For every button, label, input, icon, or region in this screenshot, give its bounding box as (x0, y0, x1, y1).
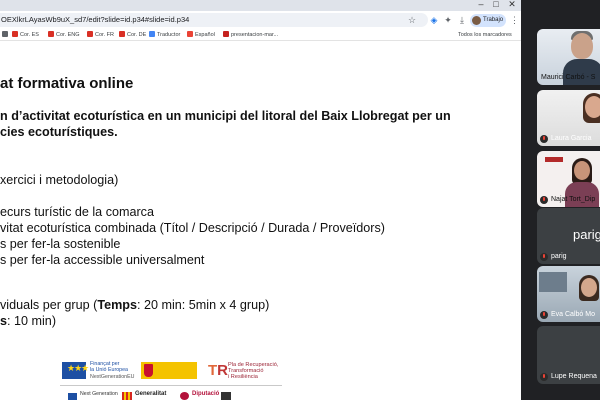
mic-muted-icon (540, 135, 548, 143)
bookmark-favicon-icon (87, 31, 93, 37)
next-generation-text: Next Generation (80, 391, 118, 397)
eu-funding-text: Finançat per la Unió Europea NextGenerat… (90, 361, 135, 380)
generalitat-logo (122, 392, 132, 400)
bookmark-favicon-icon (119, 31, 125, 37)
tab-strip: – □ ✕ (0, 0, 521, 11)
bookmark-item[interactable]: Cor. FR (87, 30, 114, 40)
slide-heading-line-1: n d’activitat ecoturística en un municip… (0, 109, 451, 123)
kebab-menu-icon[interactable]: ⋮ (510, 14, 519, 26)
participant-name: Najat Tort_Dip (551, 196, 596, 203)
participant-placeholder-name: parig (573, 227, 600, 242)
slide-text-line: s per fer-la accessible universalment (0, 253, 205, 267)
next-generation-logo (68, 393, 77, 400)
bookmark-item[interactable]: Cor. DE (119, 30, 146, 40)
slide-text-line: xercici i metodologia) (0, 173, 119, 187)
diputacio-text: Diputació (192, 391, 220, 397)
bookmark-favicon-icon (48, 31, 54, 37)
participant-tile[interactable]: Lupe Requena (537, 326, 600, 384)
profile-button[interactable]: Trabajo (470, 14, 506, 27)
slide-text-line: viduals per grup (Temps: 20 min: 5min x … (0, 298, 270, 312)
bookmark-item[interactable]: Cor. ENG (48, 30, 80, 40)
bookmark-favicon-icon (12, 31, 18, 37)
slide-heading-line-2: cies ecoturístiques. (0, 125, 118, 139)
bookmark-item[interactable]: Traductor (149, 30, 180, 40)
coat-of-arms-icon (144, 364, 153, 377)
slide-title: at formativa online (0, 75, 134, 92)
participant-tile[interactable]: parig parig (537, 208, 600, 264)
amb-logo (221, 392, 231, 400)
recovery-plan-text: Pla de Recuperació, Transformació i Resi… (228, 362, 279, 380)
slide-text-line: s per fer-la sostenible (0, 237, 121, 251)
bookmark-item[interactable]: Español (187, 30, 215, 40)
spain-government-logo (141, 362, 197, 379)
logo-divider (60, 385, 282, 386)
address-url: OEXlkrLAyasWb9uX_sd7/edit?slide=id.p34#s… (1, 15, 190, 24)
participant-tile[interactable]: Eva Calbó Mo (537, 266, 600, 322)
participant-name: parig (551, 253, 567, 260)
avatar (472, 16, 481, 25)
participant-name: Lupe Requena (551, 373, 597, 380)
participant-name: Eva Calbó Mo (551, 311, 595, 318)
slide-text-line: s: 10 min) (0, 314, 57, 328)
slide-text-line: vitat ecoturística combinada (Títol / De… (0, 221, 385, 235)
eu-flag-logo: ★★★ (62, 362, 89, 379)
mic-muted-icon (540, 373, 548, 381)
extension-icon[interactable]: ✦ (442, 14, 454, 26)
participant-tile[interactable]: Laura Garcia (537, 90, 600, 146)
download-icon[interactable]: ⤓ (456, 14, 468, 26)
participant-tile[interactable]: Maurici Carbó - S (537, 29, 600, 85)
mic-muted-icon (540, 196, 548, 204)
mic-muted-icon (540, 253, 548, 261)
slide-text-line: ecurs turístic de la comarca (0, 205, 154, 219)
minimize-icon[interactable]: – (475, 0, 487, 11)
presentation-slide: at formativa online n d’activitat ecotur… (0, 42, 521, 400)
participant-tile[interactable]: Najat Tort_Dip (537, 151, 600, 207)
generalitat-text: Generalitat (135, 391, 167, 397)
bookmark-item[interactable]: Cor. ES (12, 30, 39, 40)
bookmark-apps[interactable] (2, 30, 10, 40)
cast-icon[interactable]: ◈ (428, 14, 440, 26)
bookmark-favicon-icon (149, 31, 155, 37)
close-icon[interactable]: ✕ (506, 0, 518, 11)
bookmark-favicon-icon (187, 31, 193, 37)
all-bookmarks-button[interactable]: Todos los marcadores (458, 30, 512, 40)
maximize-icon[interactable]: □ (490, 0, 502, 11)
profile-label: Trabajo (483, 17, 504, 23)
diputacio-logo (180, 392, 189, 400)
address-bar[interactable]: OEXlkrLAyasWb9uX_sd7/edit?slide=id.p34#s… (0, 13, 428, 27)
bookmark-item[interactable]: presentacion-mar... (223, 30, 278, 40)
bookmarks-bar: Cor. ES Cor. ENG Cor. FR Cor. DE Traduct… (0, 29, 521, 41)
bookmark-favicon-icon (223, 31, 229, 37)
star-icon[interactable]: ☆ (408, 15, 416, 25)
browser-window: – □ ✕ OEXlkrLAyasWb9uX_sd7/edit?slide=id… (0, 0, 521, 400)
mic-muted-icon (540, 311, 548, 319)
tr-logo: TR (208, 362, 229, 379)
participant-name: Maurici Carbó - S (541, 74, 596, 81)
participant-name: Laura Garcia (551, 135, 592, 142)
